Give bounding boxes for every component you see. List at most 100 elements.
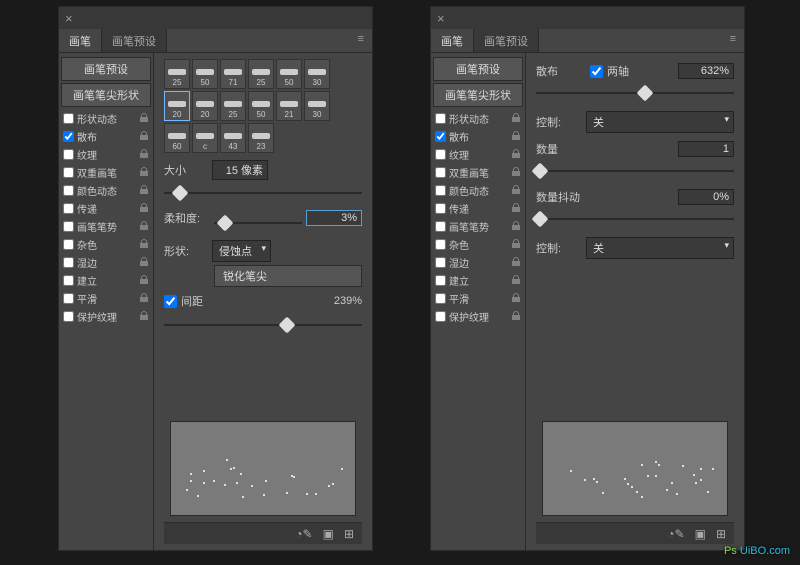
brush-tip-button[interactable]: 画笔笔尖形状 — [61, 83, 151, 107]
hardness-value[interactable]: 3% — [306, 210, 362, 226]
sidebar-checkbox[interactable] — [63, 131, 74, 142]
sidebar-item-5[interactable]: 传递 — [433, 199, 523, 217]
sidebar-checkbox[interactable] — [435, 293, 446, 304]
lock-icon[interactable] — [139, 113, 149, 123]
brush-tip-cell[interactable]: 20 — [192, 91, 218, 121]
tab-brush[interactable]: 画笔 — [59, 29, 102, 52]
sidebar-checkbox[interactable] — [435, 257, 446, 268]
lock-icon[interactable] — [139, 275, 149, 285]
count-slider[interactable] — [536, 163, 734, 179]
brush-tip-cell[interactable]: 25 — [220, 91, 246, 121]
sidebar-item-6[interactable]: 画笔笔势 — [433, 217, 523, 235]
brush-tip-cell[interactable]: 50 — [192, 59, 218, 89]
sidebar-item-4[interactable]: 颜色动态 — [61, 181, 151, 199]
footer-icon-3[interactable]: ⊞ — [716, 527, 726, 541]
brush-tip-cell[interactable]: 43 — [220, 123, 246, 153]
lock-icon[interactable] — [139, 185, 149, 195]
sidebar-item-1[interactable]: 散布 — [433, 127, 523, 145]
lock-icon[interactable] — [511, 293, 521, 303]
brush-tip-cell[interactable]: c — [192, 123, 218, 153]
lock-icon[interactable] — [511, 221, 521, 231]
sidebar-checkbox[interactable] — [63, 257, 74, 268]
sidebar-item-8[interactable]: 湿边 — [433, 253, 523, 271]
sidebar-checkbox[interactable] — [435, 221, 446, 232]
jitter-value[interactable]: 0% — [678, 189, 734, 205]
lock-icon[interactable] — [139, 239, 149, 249]
brush-tip-cell[interactable]: 23 — [248, 123, 274, 153]
sidebar-checkbox[interactable] — [435, 113, 446, 124]
sidebar-item-4[interactable]: 颜色动态 — [433, 181, 523, 199]
brush-tip-cell[interactable]: 25 — [248, 59, 274, 89]
sidebar-checkbox[interactable] — [63, 293, 74, 304]
lock-icon[interactable] — [139, 293, 149, 303]
spacing-slider[interactable] — [164, 317, 362, 333]
panel-menu-icon[interactable]: ≡ — [722, 29, 744, 52]
lock-icon[interactable] — [139, 257, 149, 267]
sidebar-checkbox[interactable] — [63, 113, 74, 124]
hardness-slider[interactable] — [214, 215, 302, 231]
sidebar-checkbox[interactable] — [63, 239, 74, 250]
close-icon[interactable]: × — [437, 11, 445, 26]
lock-icon[interactable] — [511, 113, 521, 123]
brush-tip-cell[interactable]: 25 — [164, 59, 190, 89]
sidebar-item-5[interactable]: 传递 — [61, 199, 151, 217]
footer-icon-2[interactable]: ▣ — [323, 527, 334, 541]
sidebar-checkbox[interactable] — [63, 311, 74, 322]
sidebar-item-7[interactable]: 杂色 — [433, 235, 523, 253]
lock-icon[interactable] — [511, 203, 521, 213]
spacing-value[interactable]: 239% — [334, 295, 362, 307]
scatter-value[interactable]: 632% — [678, 63, 734, 79]
spacing-checkbox[interactable] — [164, 295, 177, 308]
brush-tip-cell[interactable]: 60 — [164, 123, 190, 153]
tab-preset[interactable]: 画笔预设 — [102, 29, 167, 52]
sidebar-checkbox[interactable] — [435, 239, 446, 250]
sidebar-item-7[interactable]: 杂色 — [61, 235, 151, 253]
sidebar-item-10[interactable]: 平滑 — [433, 289, 523, 307]
lock-icon[interactable] — [511, 311, 521, 321]
sidebar-item-2[interactable]: 纹理 — [61, 145, 151, 163]
both-axes-checkbox[interactable] — [590, 65, 603, 78]
sidebar-item-2[interactable]: 纹理 — [433, 145, 523, 163]
size-value[interactable]: 15 像素 — [212, 160, 268, 180]
sidebar-checkbox[interactable] — [63, 203, 74, 214]
sidebar-checkbox[interactable] — [63, 275, 74, 286]
sidebar-item-9[interactable]: 建立 — [61, 271, 151, 289]
footer-icon-3[interactable]: ⊞ — [344, 527, 354, 541]
sidebar-item-11[interactable]: 保护纹理 — [433, 307, 523, 325]
sidebar-item-8[interactable]: 湿边 — [61, 253, 151, 271]
jitter-slider[interactable] — [536, 211, 734, 227]
lock-icon[interactable] — [511, 275, 521, 285]
footer-icon-1[interactable]: ◔✎ — [295, 527, 312, 541]
sidebar-item-0[interactable]: 形状动态 — [61, 109, 151, 127]
sidebar-item-6[interactable]: 画笔笔势 — [61, 217, 151, 235]
sidebar-item-1[interactable]: 散布 — [61, 127, 151, 145]
lock-icon[interactable] — [139, 131, 149, 141]
sidebar-checkbox[interactable] — [63, 185, 74, 196]
sidebar-item-3[interactable]: 双重画笔 — [433, 163, 523, 181]
size-slider[interactable] — [164, 185, 362, 201]
lock-icon[interactable] — [511, 149, 521, 159]
sidebar-checkbox[interactable] — [63, 221, 74, 232]
lock-icon[interactable] — [139, 149, 149, 159]
lock-icon[interactable] — [511, 167, 521, 177]
sidebar-item-0[interactable]: 形状动态 — [433, 109, 523, 127]
brush-preset-button[interactable]: 画笔预设 — [433, 57, 523, 81]
sidebar-checkbox[interactable] — [435, 131, 446, 142]
lock-icon[interactable] — [139, 203, 149, 213]
sharpen-tip-button[interactable]: 锐化笔尖 — [214, 265, 362, 287]
tab-preset[interactable]: 画笔预设 — [474, 29, 539, 52]
brush-tip-cell[interactable]: 20 — [164, 91, 190, 121]
brush-tip-cell[interactable]: 21 — [276, 91, 302, 121]
footer-icon-1[interactable]: ◔✎ — [667, 527, 684, 541]
lock-icon[interactable] — [139, 221, 149, 231]
scatter-slider[interactable] — [536, 85, 734, 101]
close-icon[interactable]: × — [65, 11, 73, 26]
brush-preset-button[interactable]: 画笔预设 — [61, 57, 151, 81]
lock-icon[interactable] — [511, 185, 521, 195]
sidebar-checkbox[interactable] — [435, 149, 446, 160]
shape-dropdown[interactable]: 侵蚀点 — [212, 240, 271, 262]
brush-tip-cell[interactable]: 71 — [220, 59, 246, 89]
brush-tip-button[interactable]: 画笔笔尖形状 — [433, 83, 523, 107]
lock-icon[interactable] — [511, 257, 521, 267]
sidebar-checkbox[interactable] — [63, 149, 74, 160]
